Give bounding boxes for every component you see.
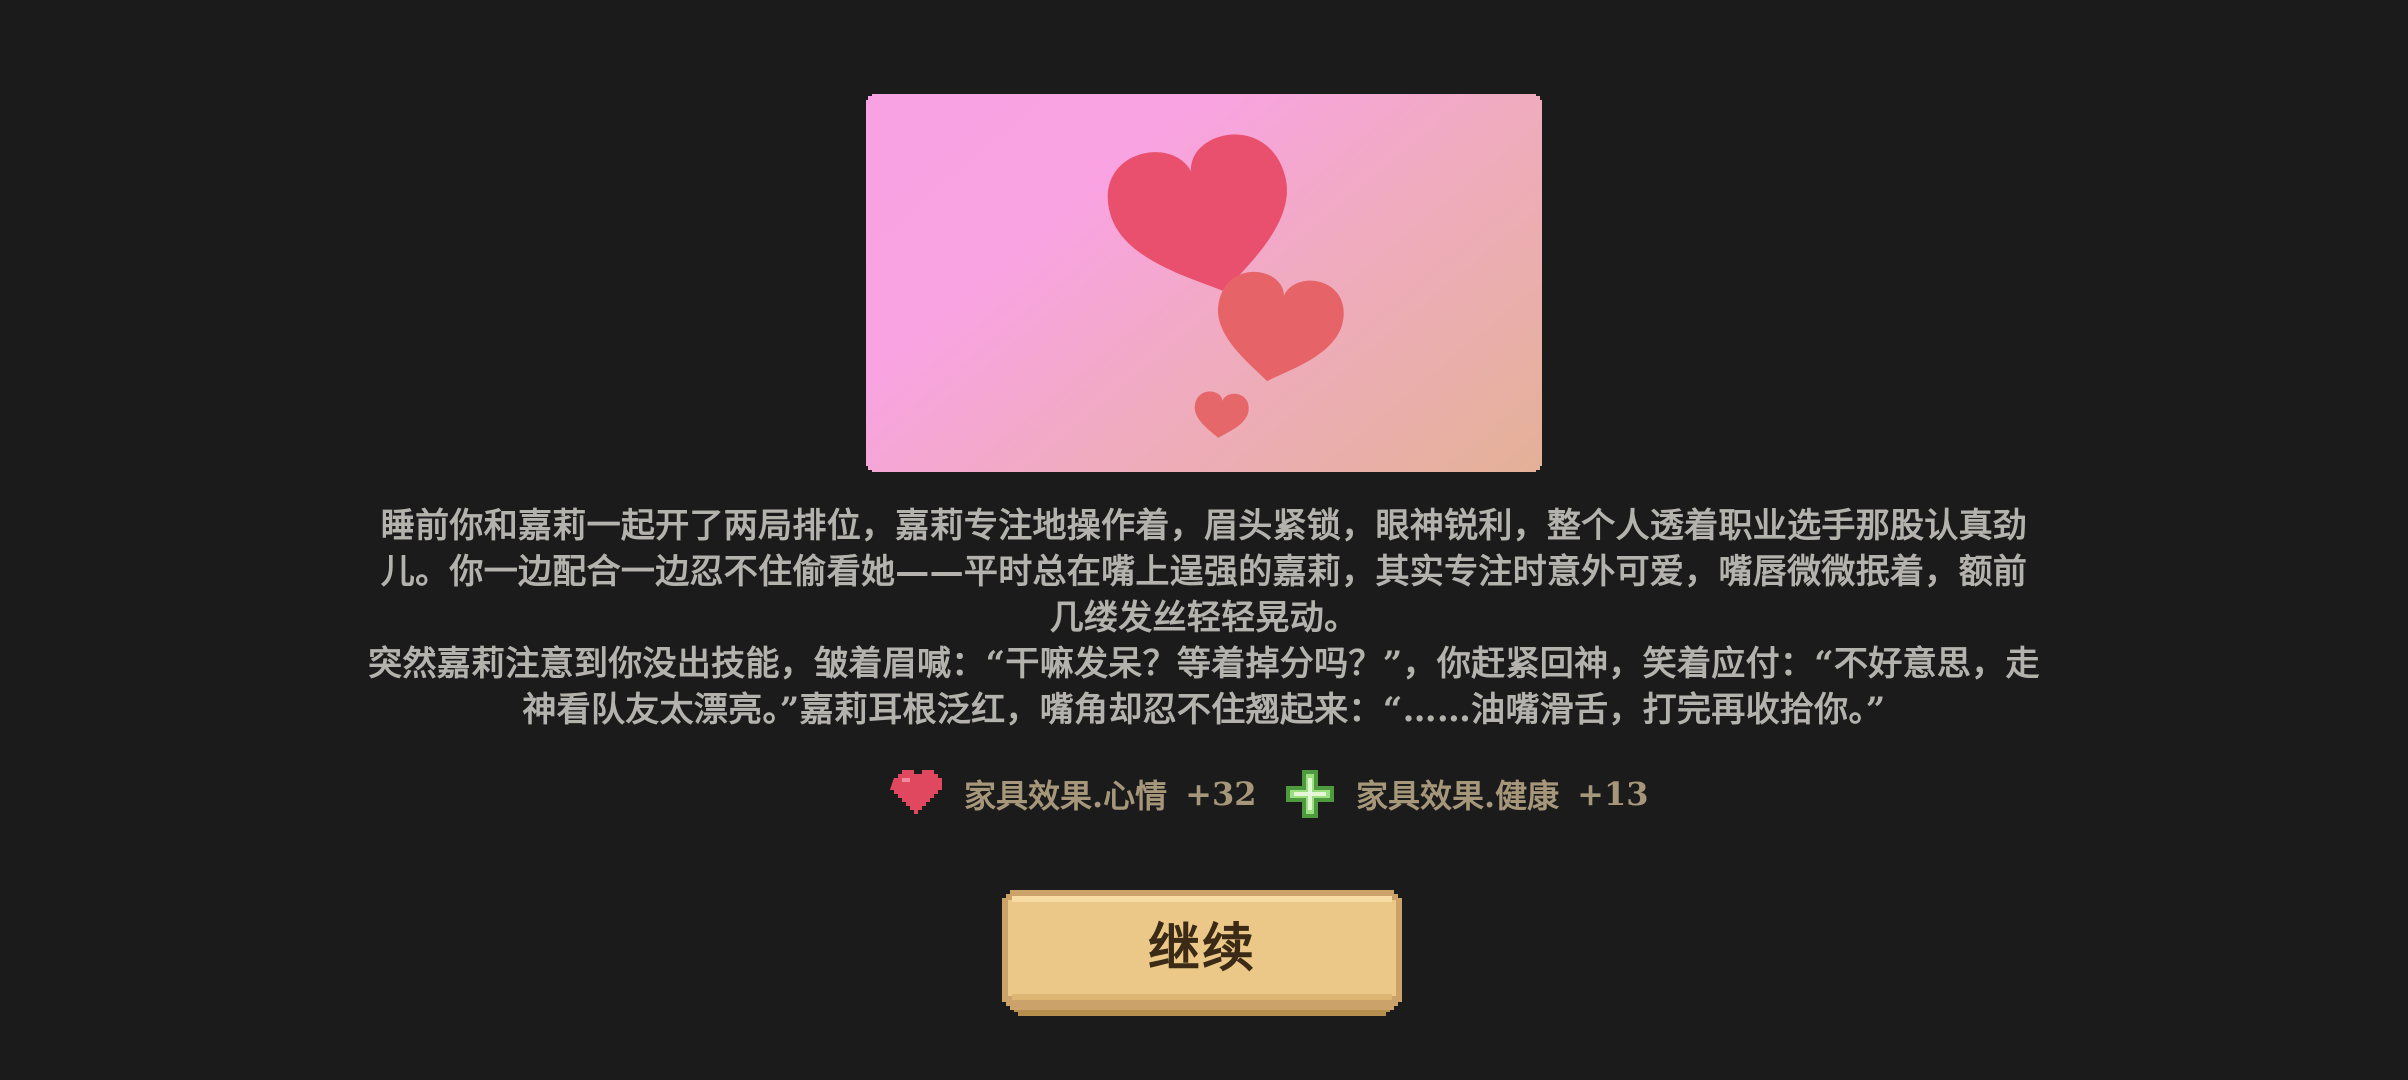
hearts-illustration xyxy=(1096,125,1350,441)
effects-row: 家具效果.心情 +32 家具效果.健康 +13 xyxy=(0,764,2408,824)
continue-button[interactable]: 继续 xyxy=(1002,890,1402,1016)
continue-button-label: 继续 xyxy=(1147,918,1256,979)
health-effect-label: 家具效果.健康 xyxy=(1356,777,1560,815)
story-paragraph: 睡前你和嘉莉一起开了两局排位，嘉莉专注地操作着，眉头紧锁，眼神锐利，整个人透着职… xyxy=(380,506,2028,638)
small-heart xyxy=(1191,390,1251,441)
story-text: 睡前你和嘉莉一起开了两局排位，嘉莉专注地操作着，眉头紧锁，眼神锐利，整个人透着职… xyxy=(360,503,2048,733)
health-effect-value: +13 xyxy=(1577,775,1649,813)
health-plus-icon xyxy=(1286,770,1334,818)
medium-heart xyxy=(1205,266,1350,391)
story-paragraph: 突然嘉莉注意到你没出技能，皱着眉喊：“干嘛发呆？等着掉分吗？”，你赶紧回神，笑着… xyxy=(368,644,2040,730)
heart-icon xyxy=(890,770,942,814)
mood-effect: 家具效果.心情 +32 xyxy=(890,764,1257,824)
mood-effect-value: +32 xyxy=(1185,775,1257,813)
large-heart xyxy=(1096,125,1313,311)
mood-effect-label: 家具效果.心情 xyxy=(964,777,1168,815)
event-illustration xyxy=(866,94,1542,472)
health-effect: 家具效果.健康 +13 xyxy=(1282,764,1649,824)
